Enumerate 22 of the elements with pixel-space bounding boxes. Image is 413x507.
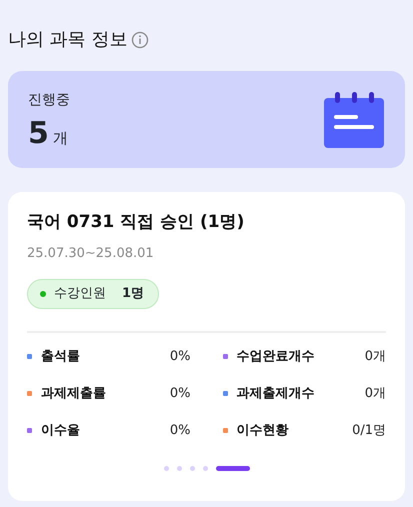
stat-value: 0% [170,384,190,402]
stat-label: 출석률 [41,348,80,366]
stat-label: 이수현황 [236,422,288,440]
summary-unit: 개 [52,128,68,148]
stat-label: 이수율 [41,422,80,440]
stat-value: 0개 [364,384,386,402]
stat-value: 0/1명 [352,422,386,440]
stat-label: 과제제출률 [41,384,106,402]
summary-label: 진행중 [28,91,70,110]
stat-value: 0% [170,422,190,440]
stat-value: 0% [170,348,190,366]
section-title: 나의 과목 정보 [8,28,128,52]
summary-count: 5 [28,119,49,149]
stat-value: 0개 [364,348,386,366]
course-period: 25.07.30~25.08.01 [27,244,155,262]
page-indicator[interactable] [216,466,250,470]
enrollment-badge: 수강인원 1명 [27,279,160,308]
course-title: 국어 0731 직접 승인 (1명) [27,211,246,234]
info-icon[interactable] [131,30,150,48]
stat-label: 과제출제개수 [236,384,314,402]
stat-label: 수업완료개수 [236,348,314,366]
calendar-icon [323,92,385,148]
